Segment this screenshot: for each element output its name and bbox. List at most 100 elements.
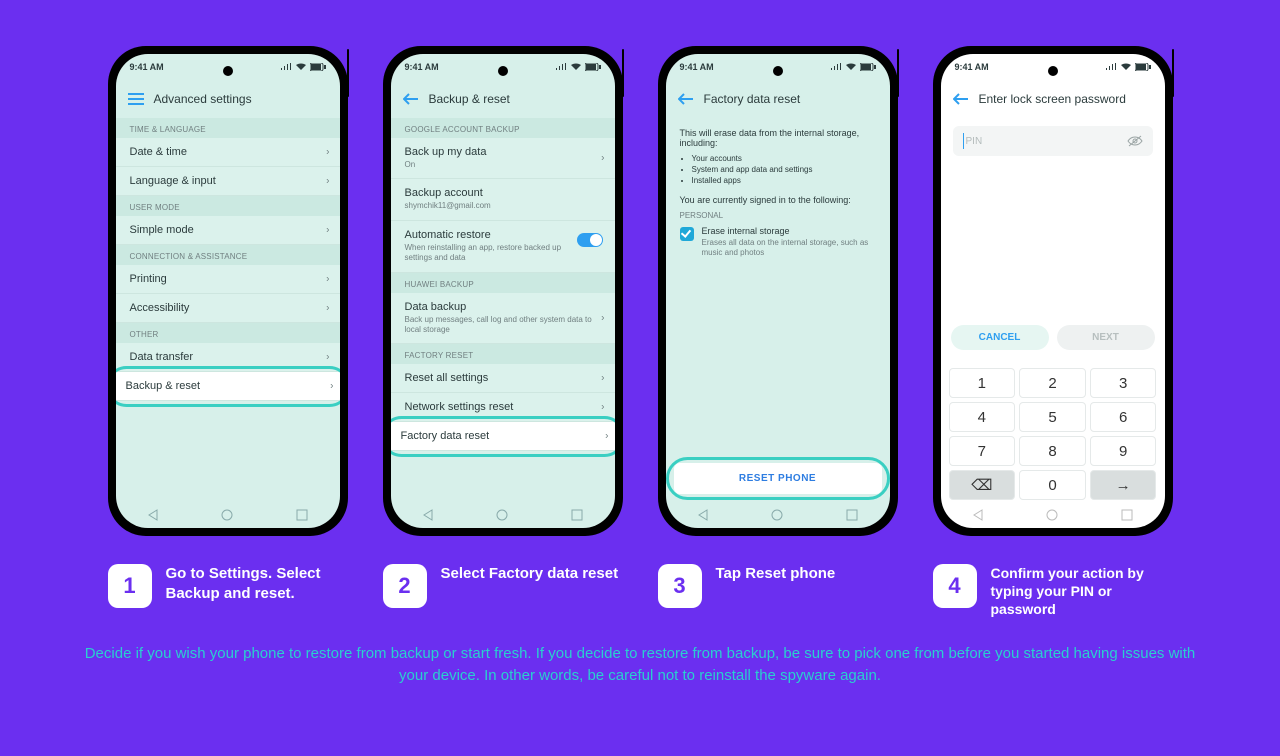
erase-list: Your accounts System and app data and se… <box>680 154 876 185</box>
chevron-right-icon: › <box>601 153 604 164</box>
title-bar: Advanced settings <box>116 80 340 118</box>
step-text: Select Factory data reset <box>441 564 619 584</box>
visibility-off-icon[interactable] <box>1127 135 1143 147</box>
list-item: Your accounts <box>692 154 876 163</box>
step-number-badge: 1 <box>108 564 152 608</box>
signal-icon <box>830 63 842 71</box>
android-nav-bar <box>941 502 1165 528</box>
nav-home-icon[interactable] <box>218 506 236 524</box>
back-arrow-icon[interactable] <box>678 93 694 105</box>
key-2[interactable]: 2 <box>1019 368 1086 398</box>
key-5[interactable]: 5 <box>1019 402 1086 432</box>
key-3[interactable]: 3 <box>1090 368 1157 398</box>
status-icons <box>280 63 326 71</box>
back-arrow-icon[interactable] <box>953 93 969 105</box>
list-item: Installed apps <box>692 176 876 185</box>
checkbox-checked-icon[interactable] <box>680 227 694 241</box>
step-caption-1: 1 Go to Settings. Select Backup and rese… <box>108 564 348 619</box>
key-1[interactable]: 1 <box>949 368 1016 398</box>
wifi-icon <box>1120 63 1132 71</box>
battery-icon <box>860 63 876 71</box>
row-printing[interactable]: Printing› <box>116 265 340 294</box>
erase-internal-storage-row[interactable]: Erase internal storage Erases all data o… <box>680 226 876 259</box>
key-backspace[interactable]: ⌫ <box>949 470 1016 500</box>
wifi-icon <box>295 63 307 71</box>
chevron-right-icon: › <box>330 381 333 392</box>
nav-recent-icon[interactable] <box>568 506 586 524</box>
pin-input[interactable]: PIN <box>953 126 1153 156</box>
screen-title: Backup & reset <box>429 92 510 106</box>
chevron-right-icon: › <box>326 225 329 236</box>
nav-recent-icon[interactable] <box>843 506 861 524</box>
nav-recent-icon[interactable] <box>1118 506 1136 524</box>
toggle-switch[interactable] <box>577 233 603 247</box>
nav-back-icon[interactable] <box>969 506 987 524</box>
android-nav-bar <box>391 502 615 528</box>
step-caption-2: 2 Select Factory data reset <box>383 564 623 619</box>
status-bar: 9:41 AM <box>116 54 340 80</box>
row-factory-data-reset[interactable]: Factory data reset› <box>391 422 615 451</box>
row-backup-my-data[interactable]: Back up my dataOn› <box>391 138 615 179</box>
pin-placeholder: PIN <box>966 136 983 147</box>
row-automatic-restore[interactable]: Automatic restoreWhen reinstalling an ap… <box>391 221 615 273</box>
row-network-settings-reset[interactable]: Network settings reset› <box>391 393 615 422</box>
step-text: Tap Reset phone <box>716 564 836 584</box>
status-icons <box>830 63 876 71</box>
next-button[interactable]: NEXT <box>1057 325 1155 350</box>
hamburger-icon[interactable] <box>128 93 144 105</box>
key-0[interactable]: 0 <box>1019 470 1086 500</box>
screen-title: Factory data reset <box>704 92 801 106</box>
phone-mockup-4: 9:41 AM Enter lock screen password <box>933 46 1173 536</box>
nav-recent-icon[interactable] <box>293 506 311 524</box>
chevron-right-icon: › <box>601 312 604 323</box>
key-enter[interactable]: → <box>1090 470 1157 500</box>
key-6[interactable]: 6 <box>1090 402 1157 432</box>
section-header: HUAWEI BACKUP <box>391 273 615 293</box>
action-buttons: CANCEL NEXT <box>951 325 1155 350</box>
row-reset-all-settings[interactable]: Reset all settings› <box>391 364 615 393</box>
back-arrow-icon[interactable] <box>403 93 419 105</box>
chevron-right-icon: › <box>605 431 608 442</box>
chevron-right-icon: › <box>326 303 329 314</box>
arrow-right-icon: → <box>1116 477 1131 494</box>
phone-mockup-3: 9:41 AM Factory data reset This will <box>658 46 898 536</box>
nav-back-icon[interactable] <box>144 506 162 524</box>
step-text: Confirm your action by typing your PIN o… <box>991 564 1173 619</box>
key-8[interactable]: 8 <box>1019 436 1086 466</box>
row-data-transfer[interactable]: Data transfer› <box>116 343 340 372</box>
chevron-right-icon: › <box>601 402 604 413</box>
battery-icon <box>310 63 326 71</box>
camera-notch <box>498 66 508 76</box>
key-4[interactable]: 4 <box>949 402 1016 432</box>
wifi-icon <box>845 63 857 71</box>
section-header: USER MODE <box>116 196 340 216</box>
row-accessibility[interactable]: Accessibility› <box>116 294 340 323</box>
row-simple-mode[interactable]: Simple mode› <box>116 216 340 245</box>
status-time: 9:41 AM <box>130 62 164 72</box>
step-caption-4: 4 Confirm your action by typing your PIN… <box>933 564 1173 619</box>
nav-home-icon[interactable] <box>768 506 786 524</box>
nav-home-icon[interactable] <box>493 506 511 524</box>
title-bar: Enter lock screen password <box>941 80 1165 118</box>
row-language-input[interactable]: Language & input› <box>116 167 340 196</box>
nav-back-icon[interactable] <box>419 506 437 524</box>
nav-home-icon[interactable] <box>1043 506 1061 524</box>
key-7[interactable]: 7 <box>949 436 1016 466</box>
wifi-icon <box>570 63 582 71</box>
row-date-time[interactable]: Date & time› <box>116 138 340 167</box>
screen-title: Enter lock screen password <box>979 92 1126 106</box>
nav-back-icon[interactable] <box>694 506 712 524</box>
screen-title: Advanced settings <box>154 92 252 106</box>
row-backup-reset[interactable]: Backup & reset› <box>116 372 340 401</box>
chevron-right-icon: › <box>326 274 329 285</box>
phone-mockup-2: 9:41 AM Backup & reset GOOGLE ACCOUNT <box>383 46 623 536</box>
key-9[interactable]: 9 <box>1090 436 1157 466</box>
row-backup-account[interactable]: Backup accountshymchik11@gmail.com <box>391 179 615 220</box>
cancel-button[interactable]: CANCEL <box>951 325 1049 350</box>
reset-phone-button[interactable]: RESET PHONE <box>674 463 882 494</box>
step-caption-3: 3 Tap Reset phone <box>658 564 898 619</box>
row-data-backup[interactable]: Data backupBack up messages, call log an… <box>391 293 615 345</box>
chevron-right-icon: › <box>601 373 604 384</box>
list-item: System and app data and settings <box>692 165 876 174</box>
status-bar: 9:41 AM <box>666 54 890 80</box>
